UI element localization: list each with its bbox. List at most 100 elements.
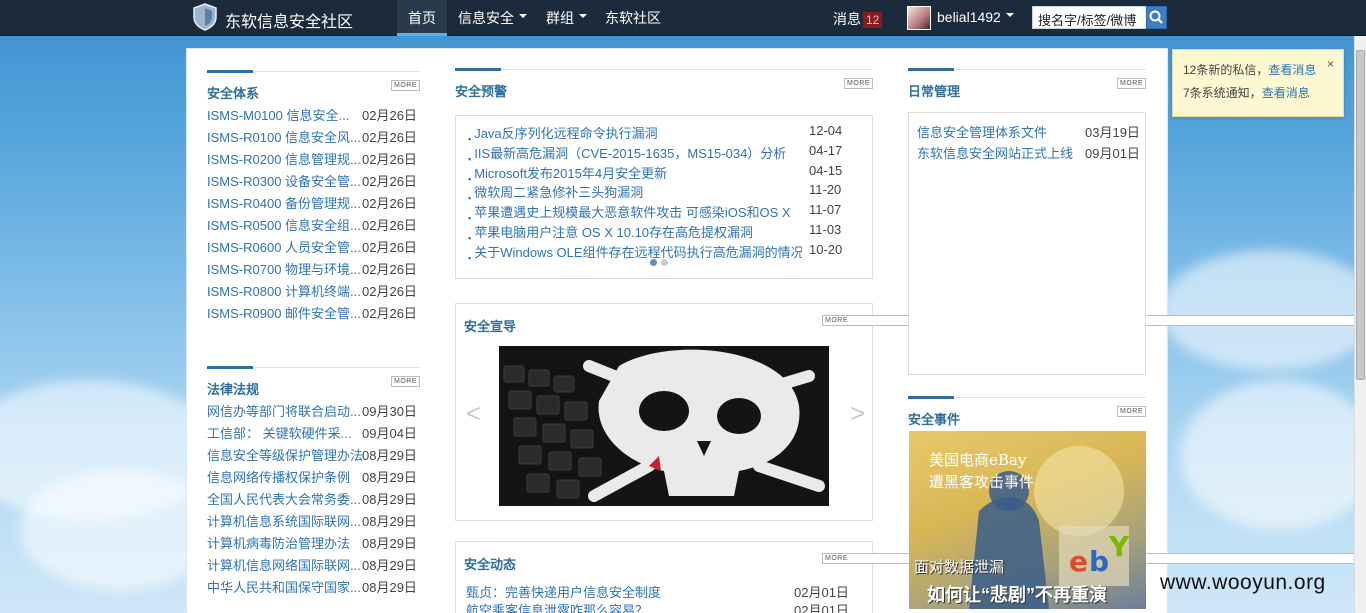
user-menu[interactable]: belial1492 <box>937 9 1014 25</box>
list-item-title[interactable]: 关于Windows OLE组件存在远程代码执行高危漏洞的情况公 <box>474 242 802 261</box>
list-item-title[interactable]: Microsoft发布2015年4月安全更新 <box>474 163 667 182</box>
list-item-date: 02月26日 <box>362 240 417 255</box>
list-item[interactable]: ▪ Java反序列化远程命令执行漏洞 12-04 <box>468 123 842 145</box>
list-item[interactable]: ISMS-R0500 信息安全组... 02月26日 <box>207 215 417 234</box>
list-item[interactable]: 信息网络传播权保护条例 08月29日 <box>207 467 417 486</box>
list-item-title[interactable]: ISMS-R0800 计算机终端... <box>207 284 361 299</box>
list-item-title[interactable]: 中华人民共和国保守国家... <box>207 580 361 595</box>
list-item-title[interactable]: 苹果遭遇史上规模最大恶意软件攻击 可感染iOS和OS X <box>474 202 790 221</box>
username: belial1492 <box>937 9 1001 25</box>
list-item-title[interactable]: Java反序列化远程命令执行漏洞 <box>474 123 657 142</box>
list-item-title[interactable]: ISMS-R0300 设备安全管... <box>207 174 361 189</box>
list-item[interactable]: ISMS-R0900 邮件安全管... 02月26日 <box>207 303 417 322</box>
ebay-event-image[interactable]: e b Y 美国电商eBay 遭黑客攻击事件 面对数据泄漏 如何让“悲剧”不再重… <box>909 431 1146 609</box>
search-button[interactable] <box>1146 6 1167 29</box>
carousel-dot-active[interactable] <box>650 259 657 266</box>
list-item-title[interactable]: ISMS-R0700 物理与环境... <box>207 262 361 277</box>
list-item[interactable]: ISMS-R0200 信息管理规... 02月26日 <box>207 149 417 168</box>
list-item-title[interactable]: 全国人民代表大会常务委... <box>207 492 361 507</box>
messages-link[interactable]: 消息 12 <box>833 9 883 29</box>
nav-community[interactable]: 东软社区 <box>594 0 672 36</box>
list-item[interactable]: ▪ IIS最新高危漏洞（CVE-2015-1635，MS15-034）分析 04-1… <box>468 143 842 165</box>
list-item[interactable]: 信息安全管理体系文件 03月19日 <box>917 122 1140 141</box>
list-item-title[interactable]: IIS最新高危漏洞（CVE-2015-1635，MS15-034）分析 <box>474 143 786 162</box>
list-item[interactable]: ISMS-R0800 计算机终端... 02月26日 <box>207 281 417 300</box>
list-item-title[interactable]: ISMS-R0500 信息安全组... <box>207 218 361 233</box>
list-item[interactable]: ▪ 苹果电脑用户注意 OS X 10.10存在高危提权漏洞 11-03 <box>468 222 841 244</box>
more-button[interactable]: MORE <box>844 78 873 89</box>
avatar[interactable] <box>907 6 931 30</box>
shield-logo-icon[interactable] <box>192 3 218 31</box>
list-item[interactable]: ISMS-R0400 备份管理规... 02月26日 <box>207 193 417 212</box>
nav-groups[interactable]: 群组 <box>535 0 598 36</box>
notice-text: 12条新的私信， <box>1183 63 1269 77</box>
scrollbar-thumb[interactable] <box>1356 50 1365 380</box>
skull-keyboard-image[interactable] <box>499 346 829 506</box>
more-button[interactable]: MORE <box>1117 406 1146 417</box>
carousel-next-button[interactable]: > <box>850 398 865 429</box>
list-item-title[interactable]: ISMS-R0100 信息安全风... <box>207 130 361 145</box>
list-item[interactable]: ISMS-M0100 信息安全... 02月26日 <box>207 105 417 124</box>
list-item[interactable]: 中华人民共和国保守国家... 08月29日 <box>207 577 417 596</box>
section-title[interactable]: 安全预警 <box>455 81 507 100</box>
close-icon[interactable]: × <box>1327 53 1334 76</box>
list-item-title[interactable]: 工信部： 关键软硬件采... <box>207 426 351 441</box>
list-item[interactable]: 网信办等部门将联合启动... 09月30日 <box>207 401 417 420</box>
list-item-title[interactable]: 信息安全管理体系文件 <box>917 125 1047 140</box>
list-item[interactable]: 计算机信息网络国际联网... 08月29日 <box>207 555 417 574</box>
list-item[interactable]: ▪ 苹果遭遇史上规模最大恶意软件攻击 可感染iOS和OS X 11-07 <box>468 202 841 224</box>
list-item-title[interactable]: 计算机病毒防治管理办法 <box>207 536 350 551</box>
list-item-title[interactable]: 甄贞：完善快递用户信息安全制度 <box>466 585 661 600</box>
list-item[interactable]: 航空乘客信息泄露咋那么容易？ 02月01日 <box>466 600 849 613</box>
list-item-title[interactable]: 计算机信息网络国际联网... <box>207 558 361 573</box>
list-item-title[interactable]: 信息安全等级保护管理办法 <box>207 448 363 463</box>
more-button[interactable]: MORE <box>391 80 420 91</box>
list-item-title[interactable]: ISMS-R0200 信息管理规... <box>207 152 361 167</box>
list-item[interactable]: 计算机病毒防治管理办法 08月29日 <box>207 533 417 552</box>
list-item[interactable]: 计算机信息系统国际联网... 08月29日 <box>207 511 417 530</box>
section-title[interactable]: 法律法规 <box>207 379 259 398</box>
section-title[interactable]: 安全体系 <box>207 83 259 102</box>
top-navbar: 东软信息安全社区 首页 信息安全 群组 东软社区 消息 12 belial1492… <box>0 0 1366 36</box>
more-button[interactable]: MORE <box>391 376 420 387</box>
carousel-dot[interactable] <box>661 259 668 266</box>
list-item[interactable]: ▪ 微软周二紧急修补三头狗漏洞 11-20 <box>468 182 841 204</box>
list-item[interactable]: ISMS-R0100 信息安全风... 02月26日 <box>207 127 417 146</box>
list-item[interactable]: ▪ Microsoft发布2015年4月安全更新 04-15 <box>468 163 842 185</box>
list-item-title[interactable]: 航空乘客信息泄露咋那么容易？ <box>466 603 648 613</box>
section-title[interactable]: 安全事件 <box>908 409 960 428</box>
list-item-title[interactable]: 微软周二紧急修补三头狗漏洞 <box>474 182 643 201</box>
list-item[interactable]: ISMS-R0300 设备安全管... 02月26日 <box>207 171 417 190</box>
section-title[interactable]: 安全动态 <box>464 554 516 573</box>
list-item-title[interactable]: ISMS-R0600 人员安全管... <box>207 240 361 255</box>
list-item-title[interactable]: ISMS-R0900 邮件安全管... <box>207 306 361 321</box>
list-item-date: 02月01日 <box>794 603 849 613</box>
nav-infosec[interactable]: 信息安全 <box>447 0 538 36</box>
carousel-prev-button[interactable]: < <box>466 398 481 429</box>
more-button[interactable]: MORE <box>1117 78 1146 89</box>
section-title[interactable]: 安全宣导 <box>464 316 516 335</box>
section-title[interactable]: 日常管理 <box>908 81 960 100</box>
list-item[interactable]: 东软信息安全网站正式上线 09月01日 <box>917 143 1140 162</box>
list-item-title[interactable]: 网信办等部门将联合启动... <box>207 404 361 419</box>
section-header: 安全事件 MORE <box>908 396 1146 428</box>
view-messages-link[interactable]: 查看消息 <box>1262 86 1310 100</box>
view-messages-link[interactable]: 查看消息 <box>1268 63 1316 77</box>
list-item-title[interactable]: 苹果电脑用户注意 OS X 10.10存在高危提权漏洞 <box>474 222 753 241</box>
list-item-title[interactable]: 东软信息安全网站正式上线 <box>917 146 1073 161</box>
list-item-title[interactable]: 计算机信息系统国际联网... <box>207 514 361 529</box>
list-item[interactable]: ISMS-R0700 物理与环境... 02月26日 <box>207 259 417 278</box>
list-item[interactable]: ▪ 关于Windows OLE组件存在远程代码执行高危漏洞的情况公 10-20 <box>468 242 842 264</box>
list-item-title[interactable]: ISMS-R0400 备份管理规... <box>207 196 361 211</box>
list-item[interactable]: ISMS-R0600 人员安全管... 02月26日 <box>207 237 417 256</box>
list-item[interactable]: 甄贞：完善快递用户信息安全制度 02月01日 <box>466 582 849 601</box>
list-item-title[interactable]: ISMS-M0100 信息安全... <box>207 108 349 123</box>
list-item[interactable]: 全国人民代表大会常务委... 08月29日 <box>207 489 417 508</box>
list-item[interactable]: 工信部： 关键软硬件采... 09月04日 <box>207 423 417 442</box>
search-input[interactable]: 搜名字/标签/微博 <box>1032 6 1147 29</box>
nav-home[interactable]: 首页 <box>397 0 447 36</box>
list-item-title[interactable]: 信息网络传播权保护条例 <box>207 470 350 485</box>
list-item[interactable]: 信息安全等级保护管理办法 08月29日 <box>207 445 417 464</box>
site-title[interactable]: 东软信息安全社区 <box>225 8 353 32</box>
notice-text: 7条系统通知， <box>1183 86 1262 100</box>
